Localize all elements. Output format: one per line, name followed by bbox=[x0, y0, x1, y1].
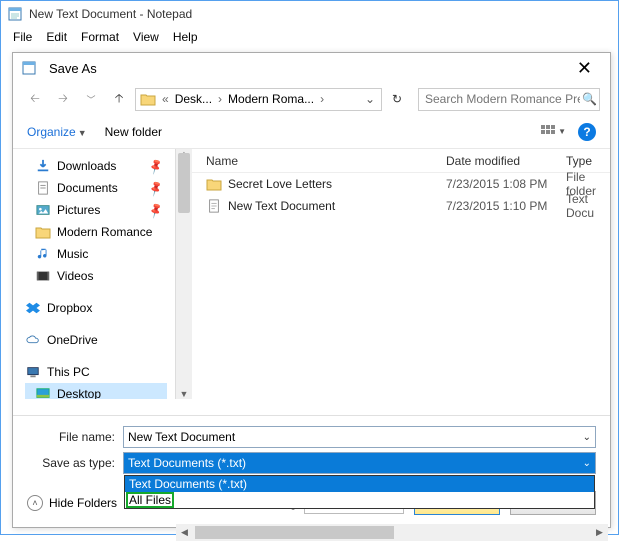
list-hscrollbar[interactable]: ◀ ▶ bbox=[176, 524, 608, 541]
notepad-window: New Text Document - Notepad File Edit Fo… bbox=[0, 0, 619, 535]
scroll-right-icon[interactable]: ▶ bbox=[591, 527, 608, 538]
saveastype-value: Text Documents (*.txt) bbox=[128, 456, 246, 470]
menu-format[interactable]: Format bbox=[75, 28, 125, 46]
pictures-icon bbox=[35, 203, 51, 217]
download-icon bbox=[35, 159, 51, 173]
filename-field[interactable]: New Text Document ⌄ bbox=[123, 426, 596, 448]
chevron-down-icon[interactable]: ⌄ bbox=[583, 458, 591, 469]
filename-label: File name: bbox=[27, 430, 115, 444]
tree-scrollbar[interactable]: ▲ ▼ bbox=[175, 149, 192, 399]
nav-tree[interactable]: Downloads📌 Documents📌 Pictures📌 Modern R… bbox=[13, 149, 175, 399]
folder-icon bbox=[35, 225, 51, 239]
breadcrumb-seg2[interactable]: Modern Roma... bbox=[228, 92, 314, 106]
saveastype-option[interactable]: All Files bbox=[127, 493, 173, 507]
breadcrumb-seg1[interactable]: Desk... bbox=[175, 92, 212, 106]
saveastype-label: Save as type: bbox=[27, 456, 115, 470]
chevron-right-icon[interactable]: « bbox=[162, 92, 169, 106]
tree-item-onedrive[interactable]: OneDrive bbox=[25, 329, 175, 351]
dialog-titlebar: Save As ✕ bbox=[13, 53, 610, 83]
back-button[interactable]: 🡠 bbox=[23, 88, 47, 110]
folder-icon bbox=[140, 92, 156, 106]
desktop-icon bbox=[35, 387, 51, 399]
chevron-right-icon: › bbox=[320, 92, 324, 106]
dialog-title: Save As bbox=[49, 61, 97, 76]
pin-icon: 📌 bbox=[147, 201, 165, 219]
search-icon[interactable]: 🔍 bbox=[582, 92, 597, 106]
column-type[interactable]: Type bbox=[566, 154, 610, 168]
forward-button: 🡢 bbox=[51, 88, 75, 110]
tree-item-documents[interactable]: Documents📌 bbox=[25, 177, 175, 199]
pin-icon: 📌 bbox=[147, 179, 165, 197]
refresh-button[interactable]: ↻ bbox=[386, 88, 408, 110]
folder-icon bbox=[206, 177, 222, 191]
tree-item-music[interactable]: Music bbox=[25, 243, 175, 265]
chevron-right-icon: › bbox=[218, 92, 222, 106]
tree-item-videos[interactable]: Videos bbox=[25, 265, 175, 287]
tree-item-dropbox[interactable]: Dropbox bbox=[25, 297, 175, 319]
hide-folders-button[interactable]: ˄ Hide Folders bbox=[27, 495, 117, 511]
up-button[interactable]: 🡡 bbox=[107, 88, 131, 110]
document-icon bbox=[35, 181, 51, 195]
chevron-down-icon[interactable]: ⌄ bbox=[583, 432, 591, 443]
dropbox-icon bbox=[25, 301, 41, 315]
list-header: Name Date modified Type bbox=[192, 149, 610, 173]
filename-value: New Text Document bbox=[128, 430, 235, 444]
list-item[interactable]: Secret Love Letters 7/23/2015 1:08 PM Fi… bbox=[192, 173, 610, 195]
scroll-down-icon[interactable]: ▼ bbox=[176, 389, 192, 399]
search-input[interactable] bbox=[423, 91, 582, 107]
notepad-menubar: File Edit Format View Help bbox=[1, 27, 618, 47]
nav-row: 🡠 🡢 ﹀ 🡡 « Desk... › Modern Roma... › ⌄ ↻… bbox=[13, 83, 610, 115]
scroll-thumb[interactable] bbox=[178, 153, 190, 213]
menu-file[interactable]: File bbox=[7, 28, 38, 46]
list-item[interactable]: New Text Document 7/23/2015 1:10 PM Text… bbox=[192, 195, 610, 217]
onedrive-icon bbox=[25, 333, 41, 347]
tree-item-downloads[interactable]: Downloads📌 bbox=[25, 155, 175, 177]
column-date[interactable]: Date modified bbox=[446, 154, 566, 168]
organize-button[interactable]: Organize▼ bbox=[27, 125, 87, 139]
tree-item-folder[interactable]: Modern Romance bbox=[25, 221, 175, 243]
tree-item-pictures[interactable]: Pictures📌 bbox=[25, 199, 175, 221]
pin-icon: 📌 bbox=[147, 157, 165, 175]
music-icon bbox=[35, 247, 51, 261]
view-grid-icon bbox=[541, 125, 555, 139]
recent-dropdown[interactable]: ﹀ bbox=[79, 88, 103, 110]
notepad-title: New Text Document - Notepad bbox=[29, 7, 612, 21]
menu-edit[interactable]: Edit bbox=[40, 28, 73, 46]
close-icon[interactable]: ✕ bbox=[567, 54, 602, 83]
search-box[interactable]: 🔍 bbox=[418, 88, 600, 111]
saveastype-field[interactable]: Text Documents (*.txt) ⌄ Text Documents … bbox=[123, 452, 596, 474]
chevron-up-icon: ˄ bbox=[27, 495, 43, 511]
saveastype-option[interactable]: Text Documents (*.txt) bbox=[125, 476, 594, 492]
notepad-icon bbox=[7, 6, 23, 22]
column-name[interactable]: Name bbox=[206, 154, 446, 168]
newfolder-button[interactable]: New folder bbox=[105, 125, 162, 139]
menu-help[interactable]: Help bbox=[167, 28, 204, 46]
help-button[interactable]: ? bbox=[578, 123, 596, 141]
saveastype-dropdown: Text Documents (*.txt) All Files bbox=[124, 475, 595, 509]
toolbar: Organize▼ New folder ▼ ? bbox=[13, 115, 610, 149]
tree-item-desktop[interactable]: Desktop bbox=[25, 383, 167, 399]
view-mode-button[interactable]: ▼ bbox=[541, 125, 566, 139]
scroll-left-icon[interactable]: ◀ bbox=[176, 527, 193, 538]
tree-item-thispc[interactable]: This PC bbox=[25, 361, 175, 383]
notepad-titlebar: New Text Document - Notepad bbox=[1, 1, 618, 27]
address-dropdown-icon[interactable]: ⌄ bbox=[363, 92, 377, 106]
address-bar[interactable]: « Desk... › Modern Roma... › ⌄ bbox=[135, 88, 382, 111]
scroll-thumb[interactable] bbox=[195, 526, 394, 539]
videos-icon bbox=[35, 269, 51, 283]
thispc-icon bbox=[25, 365, 41, 379]
file-list[interactable]: Name Date modified Type Secret Love Lett… bbox=[192, 149, 610, 399]
textdoc-icon bbox=[206, 199, 222, 213]
saveas-dialog: Save As ✕ 🡠 🡢 ﹀ 🡡 « Desk... › Modern Rom… bbox=[12, 52, 611, 528]
menu-view[interactable]: View bbox=[127, 28, 165, 46]
dialog-icon bbox=[21, 60, 37, 76]
